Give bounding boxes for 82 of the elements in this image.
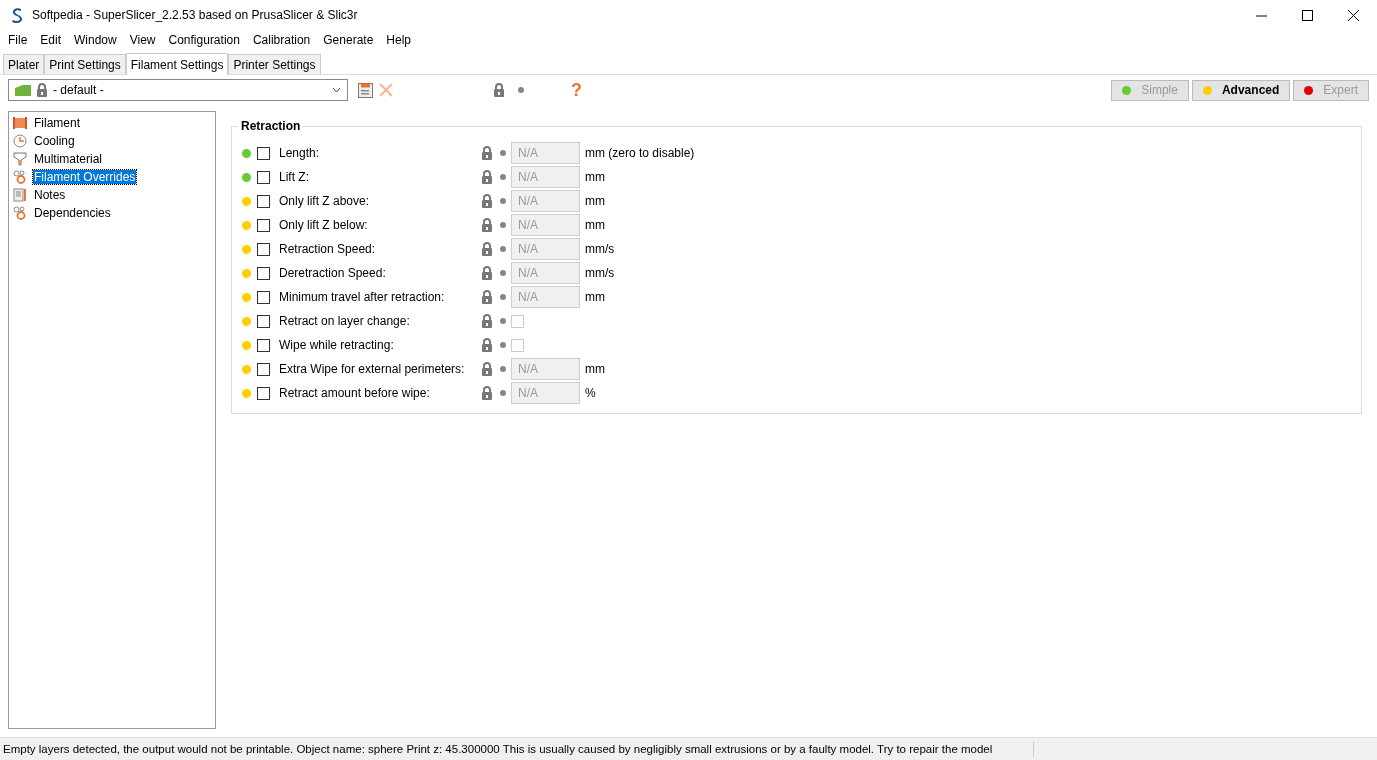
close-icon[interactable] — [1348, 9, 1359, 21]
gears-icon — [13, 206, 27, 220]
unit-label: mm — [585, 362, 605, 376]
dot-icon — [500, 390, 506, 396]
unit-label: mm — [585, 170, 605, 184]
checkbox[interactable] — [257, 338, 270, 352]
sidebar-item[interactable]: Filament Overrides — [33, 170, 137, 184]
setting-label: Lift Z: — [279, 170, 310, 184]
status-message: Empty layers detected, the output would not be printable. Object name: sphere Print z: 45.300000 This is usually caused by negligibly small extrusions or by a faulty model. Try to repair the model — [2, 743, 994, 755]
dot-icon — [500, 318, 506, 324]
lock-icon[interactable] — [481, 386, 493, 400]
dot-icon — [500, 366, 506, 372]
lock-icon — [36, 83, 48, 97]
unit-label: mm — [585, 218, 605, 232]
menu-item[interactable]: Help — [386, 33, 411, 47]
lock-icon[interactable] — [481, 338, 493, 352]
funnel-icon — [13, 152, 27, 166]
setting-label: Retract on layer change: — [279, 314, 411, 328]
tab[interactable]: Plater — [3, 54, 45, 74]
setting-label: Only lift Z below: — [279, 218, 369, 232]
menu-item[interactable]: Window — [74, 33, 117, 47]
spool-icon — [13, 116, 27, 130]
lock-icon[interactable] — [481, 362, 493, 376]
setting-label: Length: — [279, 146, 321, 160]
lock-icon[interactable] — [481, 314, 493, 328]
unit-label: mm (zero to disable) — [585, 146, 695, 160]
setting-label: Only lift Z above: — [279, 194, 371, 208]
tab[interactable]: Filament Settings — [125, 53, 229, 75]
sidebar-item[interactable]: Multimaterial — [33, 152, 103, 166]
preset-dropdown[interactable]: - default - — [8, 79, 348, 101]
unit-label: mm/s — [585, 242, 615, 256]
unit-label: mm — [585, 290, 605, 304]
setting-label: Retract amount before wipe: — [279, 386, 431, 400]
dot-icon — [500, 222, 506, 228]
dot-icon — [518, 87, 524, 93]
lock-icon[interactable] — [481, 146, 493, 160]
lock-icon[interactable] — [481, 266, 493, 280]
chevron-icon — [332, 87, 341, 93]
notes-icon — [13, 188, 27, 202]
sidebar-item[interactable]: Dependencies — [33, 206, 112, 220]
save-icon[interactable] — [358, 82, 373, 98]
lock-icon[interactable] — [481, 290, 493, 304]
menu-item[interactable]: Calibration — [252, 33, 311, 47]
setting-label: Minimum travel after retraction: — [279, 290, 446, 304]
setting-label: Wipe while retracting: — [279, 338, 395, 352]
dot-icon — [500, 270, 506, 276]
maximize-icon[interactable] — [1302, 9, 1313, 21]
group-title: Retraction — [238, 119, 304, 133]
window-title: Softpedia - SuperSlicer_2.2.53 based on PrusaSlicer & Slic3r — [32, 8, 358, 22]
menu-item[interactable]: View — [129, 33, 156, 47]
dot-icon — [500, 294, 506, 300]
unit-label: mm — [585, 194, 605, 208]
lock-icon[interactable] — [481, 170, 493, 184]
lock-icon[interactable] — [493, 83, 505, 97]
checkbox[interactable] — [257, 314, 270, 328]
lock-icon[interactable] — [481, 218, 493, 232]
menu-item[interactable]: Configuration — [168, 33, 240, 47]
sidebar-item[interactable]: Cooling — [33, 134, 76, 148]
dot-icon — [500, 342, 506, 348]
gears-icon — [13, 170, 27, 184]
dot-icon — [500, 198, 506, 204]
dot-icon — [500, 150, 506, 156]
dot-icon — [500, 174, 506, 180]
tab[interactable]: Print Settings — [44, 54, 126, 74]
sidebar-item[interactable]: Notes — [33, 188, 67, 202]
lock-icon[interactable] — [481, 242, 493, 256]
unit-label: mm/s — [585, 266, 615, 280]
tab[interactable]: Printer Settings — [228, 54, 321, 74]
sidebar-item[interactable]: Filament — [33, 116, 81, 130]
setting-label: Retraction Speed: — [279, 242, 377, 256]
menu-item[interactable]: Edit — [40, 33, 62, 47]
app-logo-icon — [10, 7, 24, 23]
flag-icon — [15, 84, 31, 96]
setting-label: Deretraction Speed: — [279, 266, 387, 280]
dot-icon — [500, 246, 506, 252]
unit-label: % — [585, 386, 596, 400]
menu-item[interactable]: Generate — [323, 33, 374, 47]
mode-button[interactable]: Advanced — [1191, 79, 1291, 101]
setting-label: Extra Wipe for external perimeters: — [279, 362, 466, 376]
lock-icon[interactable] — [481, 194, 493, 208]
menu-item[interactable]: File — [8, 33, 28, 47]
clock-icon — [13, 134, 27, 148]
